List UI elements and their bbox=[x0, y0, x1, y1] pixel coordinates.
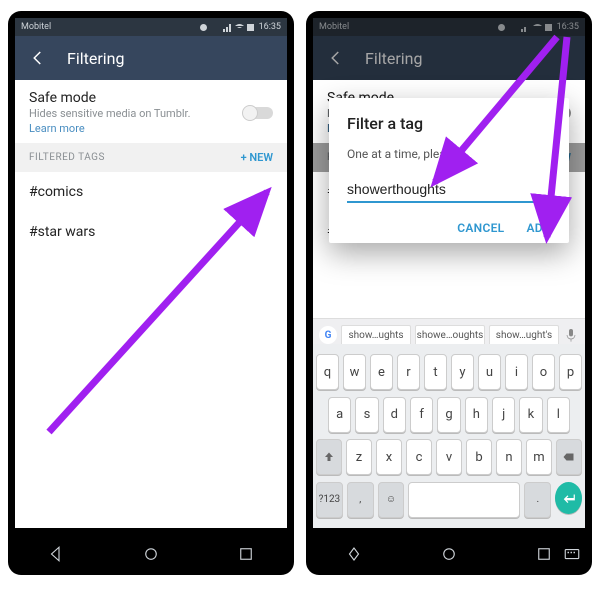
safe-mode-block: Safe mode Hides sensitive media on Tumbl… bbox=[15, 80, 287, 143]
safe-mode-title: Safe mode bbox=[29, 90, 191, 106]
nav-recents-icon[interactable] bbox=[535, 545, 553, 563]
wifi-icon bbox=[235, 23, 244, 32]
comma-key[interactable]: , bbox=[347, 482, 374, 518]
key[interactable]: c bbox=[406, 439, 432, 475]
safe-mode-desc: Hides sensitive media on Tumblr. bbox=[29, 107, 191, 120]
section-label: FILTERED TAGS bbox=[29, 152, 105, 163]
key[interactable]: j bbox=[492, 397, 515, 433]
dialog-message: One at a time, please. bbox=[347, 147, 551, 161]
tag-input[interactable] bbox=[347, 179, 551, 203]
signal-icon bbox=[223, 23, 232, 32]
suggestion-item[interactable]: show…ughts bbox=[341, 325, 411, 346]
key[interactable]: v bbox=[436, 439, 462, 475]
add-tag-button[interactable]: + NEW bbox=[241, 151, 273, 164]
keyboard-switch-icon[interactable] bbox=[563, 545, 581, 563]
shift-key[interactable] bbox=[316, 439, 342, 475]
nav-home-icon[interactable] bbox=[142, 545, 160, 563]
nav-recents-icon[interactable] bbox=[237, 545, 255, 563]
dialog-title: Filter a tag bbox=[347, 114, 551, 133]
space-key[interactable] bbox=[408, 482, 520, 518]
key[interactable]: o bbox=[532, 354, 555, 390]
key[interactable]: d bbox=[383, 397, 406, 433]
clock-label: 16:35 bbox=[557, 22, 579, 32]
back-icon[interactable] bbox=[29, 49, 47, 67]
clock-label: 16:35 bbox=[259, 22, 281, 32]
key[interactable]: x bbox=[376, 439, 402, 475]
filtered-tags-header: FILTERED TAGS + NEW bbox=[15, 143, 287, 172]
battery-icon bbox=[545, 23, 554, 32]
keyboard-row: ?123 , ☺ . bbox=[316, 482, 582, 518]
key[interactable]: y bbox=[451, 354, 474, 390]
key[interactable]: p bbox=[559, 354, 582, 390]
mic-icon[interactable] bbox=[563, 327, 579, 343]
key[interactable]: t bbox=[424, 354, 447, 390]
add-button[interactable]: ADD bbox=[526, 221, 551, 235]
emoji-key[interactable]: ☺ bbox=[378, 482, 405, 518]
carrier-label: Mobitel bbox=[319, 22, 349, 32]
key[interactable]: q bbox=[316, 354, 339, 390]
key[interactable]: w bbox=[343, 354, 366, 390]
key[interactable]: a bbox=[328, 397, 351, 433]
signal-icon bbox=[521, 23, 530, 32]
alarm-icon bbox=[509, 23, 518, 32]
safe-mode-link[interactable]: Learn more bbox=[29, 122, 191, 135]
tag-item[interactable]: #comics bbox=[15, 172, 287, 212]
period-key[interactable]: . bbox=[524, 482, 551, 518]
key[interactable]: e bbox=[370, 354, 393, 390]
key[interactable]: z bbox=[346, 439, 372, 475]
key[interactable]: b bbox=[466, 439, 492, 475]
key[interactable]: l bbox=[547, 397, 570, 433]
android-nav-bar bbox=[9, 534, 293, 574]
nav-back-icon[interactable] bbox=[345, 545, 363, 563]
suggestion-item[interactable]: showe…oughts bbox=[415, 325, 485, 346]
key[interactable]: f bbox=[410, 397, 433, 433]
key[interactable]: n bbox=[496, 439, 522, 475]
symbols-key[interactable]: ?123 bbox=[316, 482, 343, 518]
keyboard-row: a s d f g h j k l bbox=[316, 397, 582, 433]
status-bar: Mobitel 16:35 bbox=[15, 18, 287, 36]
key[interactable]: g bbox=[437, 397, 460, 433]
key[interactable]: r bbox=[397, 354, 420, 390]
app-bar: Filtering bbox=[313, 36, 585, 80]
filter-tag-dialog: Filter a tag One at a time, please. CANC… bbox=[329, 98, 569, 243]
back-icon[interactable] bbox=[327, 49, 345, 67]
suggestion-item[interactable]: show…ught's bbox=[489, 325, 559, 346]
nav-back-icon[interactable] bbox=[47, 545, 65, 563]
key[interactable]: u bbox=[478, 354, 501, 390]
dnd-icon bbox=[497, 23, 506, 32]
backspace-key[interactable] bbox=[556, 439, 582, 475]
google-icon[interactable]: G bbox=[319, 326, 337, 344]
keyboard-row: q w e r t y u i o p bbox=[316, 354, 582, 390]
keyboard-row: z x c v b n m bbox=[316, 439, 582, 475]
key[interactable]: h bbox=[465, 397, 488, 433]
page-title: Filtering bbox=[67, 49, 124, 68]
key[interactable]: m bbox=[526, 439, 552, 475]
safe-mode-toggle[interactable] bbox=[243, 107, 273, 119]
app-bar: Filtering bbox=[15, 36, 287, 80]
dnd-icon bbox=[199, 23, 208, 32]
page-title: Filtering bbox=[365, 49, 422, 68]
key[interactable]: s bbox=[355, 397, 378, 433]
key[interactable]: k bbox=[519, 397, 542, 433]
keyboard: q w e r t y u i o p a s d f g h bbox=[313, 344, 585, 528]
alarm-icon bbox=[211, 23, 220, 32]
carrier-label: Mobitel bbox=[21, 22, 51, 32]
wifi-icon bbox=[533, 23, 542, 32]
tag-item[interactable]: #star wars bbox=[15, 212, 287, 252]
android-nav-bar bbox=[307, 534, 591, 574]
battery-icon bbox=[247, 23, 256, 32]
nav-home-icon[interactable] bbox=[440, 545, 458, 563]
cancel-button[interactable]: CANCEL bbox=[457, 221, 504, 235]
enter-key[interactable] bbox=[555, 482, 582, 514]
key[interactable]: i bbox=[505, 354, 528, 390]
status-bar: Mobitel 16:35 bbox=[313, 18, 585, 36]
